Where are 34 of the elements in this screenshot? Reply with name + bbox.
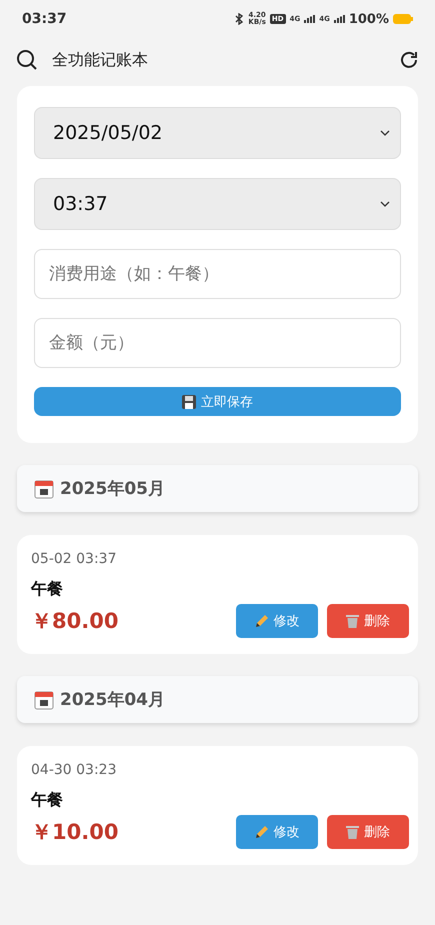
pencil-icon bbox=[254, 614, 268, 628]
save-button[interactable]: 立即保存 bbox=[34, 387, 401, 416]
purpose-input[interactable]: 消费用途（如：午餐） bbox=[34, 249, 401, 299]
signal-icon bbox=[334, 15, 345, 23]
chevron-down-icon bbox=[380, 130, 390, 136]
record-purpose: 午餐 bbox=[31, 790, 64, 811]
signal-icon bbox=[304, 15, 316, 23]
date-select[interactable]: 2025/05/02 bbox=[34, 107, 401, 159]
calendar-icon bbox=[34, 478, 54, 498]
record-amount: ￥10.00 bbox=[31, 819, 118, 846]
battery-percent: 100% bbox=[348, 12, 389, 26]
battery-icon bbox=[393, 14, 413, 24]
bluetooth-icon bbox=[234, 13, 244, 25]
delete-button[interactable]: 删除 bbox=[327, 815, 409, 849]
trash-can-icon bbox=[346, 614, 359, 628]
edit-button[interactable]: 修改 bbox=[236, 604, 318, 638]
status-time: 03:37 bbox=[22, 11, 67, 27]
record-datetime: 05-02 03:37 bbox=[31, 551, 118, 567]
record-datetime: 04-30 03:23 bbox=[31, 762, 118, 778]
record-purpose: 午餐 bbox=[31, 579, 64, 600]
trash-can-icon bbox=[346, 825, 359, 839]
time-select[interactable]: 03:37 bbox=[34, 178, 401, 230]
delete-button[interactable]: 删除 bbox=[327, 604, 409, 638]
month-title: 2025年04月 bbox=[60, 689, 165, 711]
edit-button[interactable]: 修改 bbox=[236, 815, 318, 849]
record-amount: ￥80.00 bbox=[31, 608, 118, 635]
search-icon[interactable] bbox=[16, 49, 38, 71]
calendar-icon bbox=[34, 690, 54, 710]
app-title: 全功能记账本 bbox=[52, 50, 149, 70]
refresh-icon[interactable] bbox=[399, 50, 419, 70]
chevron-down-icon bbox=[380, 201, 390, 207]
month-title: 2025年05月 bbox=[60, 478, 165, 500]
amount-input[interactable]: 金额（元） bbox=[34, 318, 401, 368]
pencil-icon bbox=[254, 825, 268, 839]
